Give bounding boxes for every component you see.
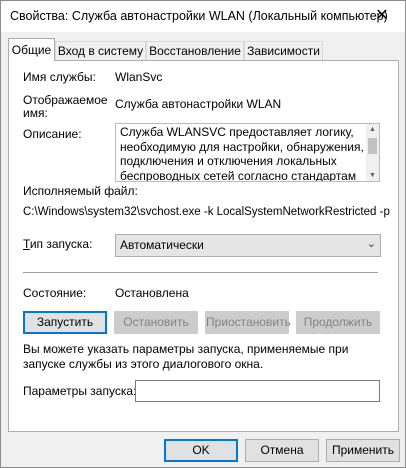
service-name-value: WlanSvc: [115, 70, 163, 84]
scroll-thumb[interactable]: [368, 138, 377, 154]
pause-button[interactable]: Приостановить: [205, 311, 291, 334]
startup-type-select[interactable]: Автоматически ⌄: [115, 234, 381, 257]
description-box[interactable]: Служба WLANSVC предоставляет логику, нео…: [115, 123, 380, 182]
chevron-down-icon: ⌄: [366, 238, 376, 250]
tab-logon[interactable]: Вход в систему: [55, 41, 146, 60]
status-label: Состояние:: [23, 286, 87, 300]
exe-path: C:\Windows\system32\svchost.exe -k Local…: [23, 206, 390, 218]
start-params-label: Параметры запуска:: [23, 384, 137, 398]
startup-type-label: Тип запуска:: [23, 237, 93, 251]
resume-button[interactable]: Продолжить: [296, 311, 380, 334]
apply-button[interactable]: Применить: [326, 439, 400, 462]
startup-type-value: Автоматически: [120, 238, 204, 252]
start-params-hint: Вы можете указать параметры запуска, при…: [23, 342, 349, 371]
service-name-label: Имя службы:: [23, 70, 96, 84]
stop-button[interactable]: Остановить: [114, 311, 198, 334]
title-bar[interactable]: Свойства: Служба автонастройки WLAN (Лок…: [1, 1, 405, 32]
exe-label: Исполняемый файл:: [23, 184, 138, 198]
description-scrollbar[interactable]: ▲ ▼: [366, 124, 379, 181]
window-title: Свойства: Служба автонастройки WLAN (Лок…: [10, 9, 388, 23]
service-properties-dialog: Свойства: Служба автонастройки WLAN (Лок…: [0, 0, 406, 468]
tab-recovery[interactable]: Восстановление: [146, 41, 244, 60]
description-text: Служба WLANSVC предоставляет логику, нео…: [120, 125, 364, 181]
description-label: Описание:: [23, 127, 82, 141]
display-name-value: Служба автонастройки WLAN: [115, 97, 282, 111]
cancel-button[interactable]: Отмена: [245, 439, 319, 462]
startup-type-label-rest: ип запуска:: [29, 237, 93, 251]
ok-button[interactable]: OK: [164, 439, 238, 462]
status-value: Остановлена: [115, 286, 189, 300]
start-button[interactable]: Запустить: [23, 311, 107, 334]
tab-dependencies[interactable]: Зависимости: [244, 41, 323, 60]
scroll-down-icon[interactable]: ▼: [369, 172, 376, 179]
start-params-input[interactable]: [135, 380, 380, 402]
display-name-label: Отображаемое имя:: [23, 93, 108, 120]
separator: [23, 272, 378, 273]
close-icon[interactable]: ✕: [359, 1, 405, 32]
tab-general[interactable]: Общие: [8, 38, 55, 61]
general-panel: Имя службы: WlanSvc Отображаемое имя: Сл…: [8, 60, 399, 432]
scroll-up-icon[interactable]: ▲: [369, 126, 376, 133]
